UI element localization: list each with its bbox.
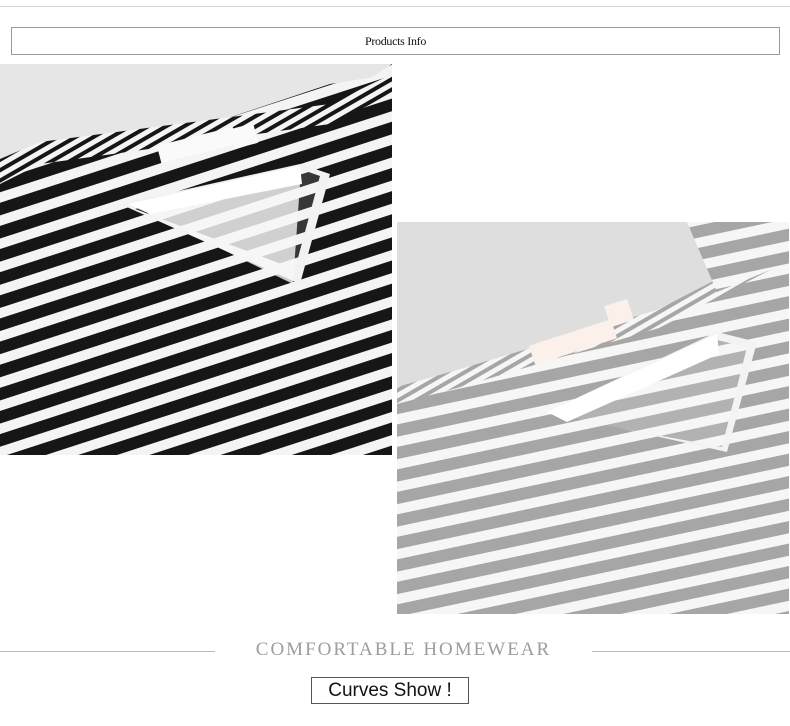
gray-striped-shirt-photo (397, 222, 789, 614)
divider-right (592, 651, 790, 652)
products-info-label: Products Info (364, 33, 427, 48)
products-info-bar: Products Info (11, 27, 780, 55)
divider-left (0, 651, 215, 652)
black-striped-shirt-photo (0, 64, 392, 455)
curves-show-label: Curves Show ! (328, 679, 452, 701)
top-rule (0, 0, 790, 7)
section-headline: COMFORTABLE HOMEWEAR (255, 639, 552, 660)
curves-show-button[interactable]: Curves Show ! (311, 677, 469, 704)
